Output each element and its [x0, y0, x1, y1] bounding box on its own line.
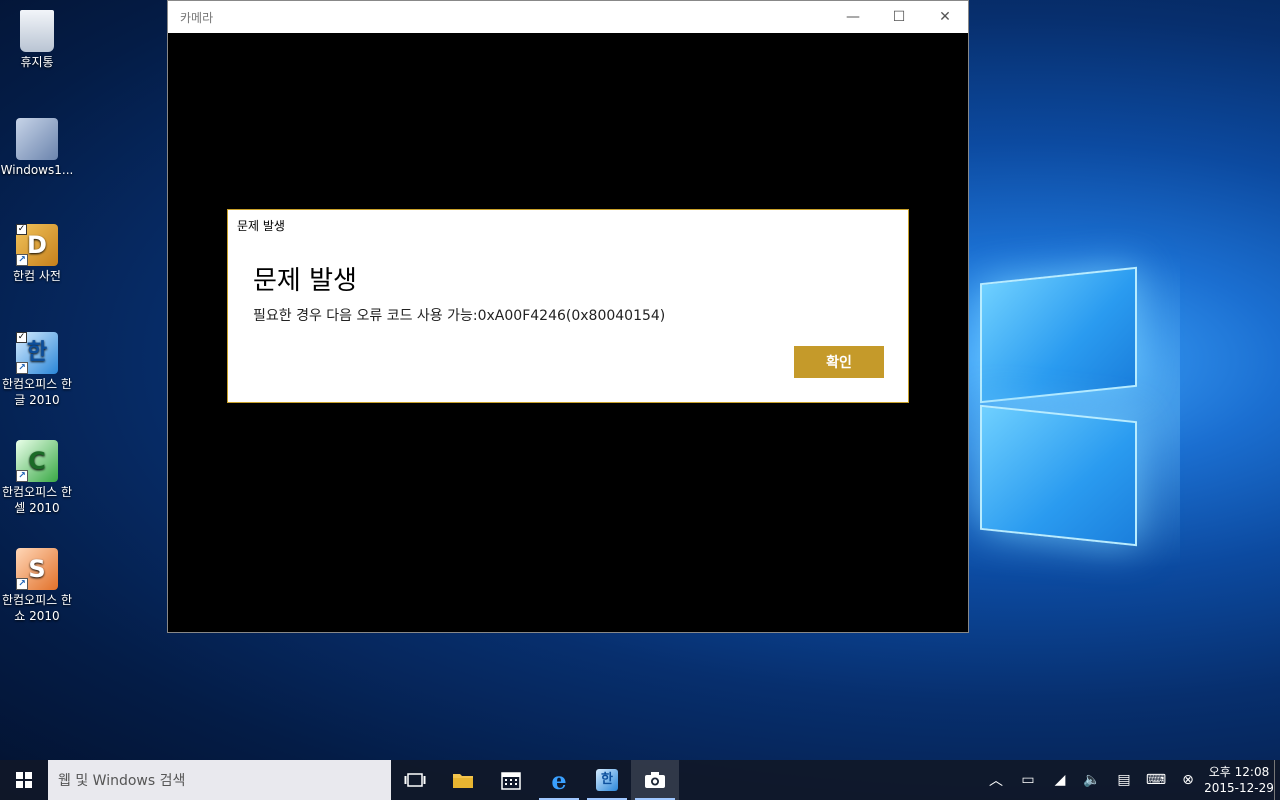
hancom-dictionary-icon: D ✓ ↗: [16, 224, 58, 266]
clock-time: 오후 12:08: [1208, 765, 1270, 779]
shortcut-arrow-icon: ↗: [16, 470, 28, 482]
task-view-button[interactable]: [391, 760, 439, 800]
dialog-caption: 문제 발생: [237, 219, 285, 233]
calendar-icon: [501, 772, 521, 790]
desktop-icon-label: 휴지통: [20, 55, 54, 69]
start-button[interactable]: [0, 760, 48, 800]
dialog-message: 필요한 경우 다음 오류 코드 사용 가능:0xA00F4246(0x80040…: [253, 308, 666, 324]
maximize-button[interactable]: ☐: [876, 1, 922, 33]
taskbar-internet-explorer[interactable]: e: [535, 760, 583, 800]
taskbar: 웹 및 Windows 검색 e 한 ︿ ▭ ◢ 🔈 ▤ ⌨ ⊗ 오후 12:0…: [0, 760, 1280, 800]
shortcut-arrow-icon: ↗: [16, 578, 28, 590]
desktop-icon-hancom-hanshow[interactable]: S ↗ 한컴오피스 한쇼 2010: [0, 548, 74, 624]
taskbar-hancom-hangul[interactable]: 한: [583, 760, 631, 800]
desktop-icon-windows-setup[interactable]: Windows1...: [0, 118, 74, 178]
error-dialog: 문제 발생 문제 발생 필요한 경우 다음 오류 코드 사용 가능:0xA00F…: [227, 209, 909, 403]
network-icon[interactable]: ◢: [1044, 772, 1076, 788]
camera-window: 카메라 — ☐ ✕ 문제 발생 문제 발생 필요한 경우 다음 오류 코드 사용…: [167, 0, 969, 633]
desktop-icon-label: Windows1...: [0, 163, 74, 177]
hancom-hanshow-icon: S ↗: [16, 548, 58, 590]
folder-icon: [453, 774, 473, 788]
desktop-icon-recycle-bin[interactable]: 휴지통: [0, 10, 74, 70]
shortcut-arrow-icon: ↗: [16, 254, 28, 266]
desktop-icon-hancom-hangul[interactable]: 한 ✓ ↗ 한컴오피스 한글 2010: [0, 332, 74, 408]
window-title: 카메라: [180, 10, 214, 25]
checkbox-icon[interactable]: ✓: [16, 332, 27, 343]
hancom-hangul-icon: 한 ✓ ↗: [16, 332, 58, 374]
desktop-icon-label: 한컴오피스 한글 2010: [1, 377, 73, 407]
battery-icon[interactable]: ▭: [1012, 772, 1044, 788]
desktop-icon-label: 한컴오피스 한쇼 2010: [1, 593, 73, 623]
taskbar-camera[interactable]: [631, 760, 679, 800]
ok-button[interactable]: 확인: [794, 346, 884, 378]
minimize-button[interactable]: —: [830, 1, 876, 33]
windows-setup-icon: [16, 118, 58, 160]
windows-start-icon: [16, 772, 32, 788]
show-desktop-button[interactable]: [1274, 760, 1280, 800]
desktop-icon-hancom-dictionary[interactable]: D ✓ ↗ 한컴 사전: [0, 224, 74, 284]
taskbar-clock[interactable]: 오후 12:08 2015-12-29: [1204, 764, 1274, 796]
clock-date: 2015-12-29: [1204, 781, 1274, 795]
window-titlebar[interactable]: 카메라 — ☐ ✕: [168, 1, 968, 33]
hancom-hangul-icon: 한: [596, 769, 618, 791]
search-placeholder: 웹 및 Windows 검색: [58, 773, 186, 789]
keyboard-icon[interactable]: ⌨: [1140, 772, 1172, 788]
camera-icon: [645, 772, 665, 788]
shortcut-arrow-icon: ↗: [16, 362, 28, 374]
checkbox-icon[interactable]: ✓: [16, 224, 27, 235]
desktop-icon-label: 한컴오피스 한셀 2010: [1, 485, 73, 515]
input-close-icon[interactable]: ⊗: [1172, 772, 1204, 788]
show-hidden-icons-chevron-up-icon[interactable]: ︿: [980, 770, 1012, 790]
task-view-icon: [404, 773, 426, 787]
dialog-title: 문제 발생: [253, 266, 357, 296]
system-tray: ︿ ▭ ◢ 🔈 ▤ ⌨ ⊗ 오후 12:08 2015-12-29: [980, 760, 1280, 800]
desktop-icon-hancom-hancell[interactable]: C ↗ 한컴오피스 한셀 2010: [0, 440, 74, 516]
action-center-icon[interactable]: ▤: [1108, 772, 1140, 788]
taskbar-calendar[interactable]: [487, 760, 535, 800]
hancom-hancell-icon: C ↗: [16, 440, 58, 482]
desktop-icon-label: 한컴 사전: [13, 269, 61, 283]
taskbar-search-box[interactable]: 웹 및 Windows 검색: [48, 760, 391, 800]
windows-logo-wallpaper: [975, 255, 1145, 555]
close-button[interactable]: ✕: [922, 1, 968, 33]
taskbar-file-explorer[interactable]: [439, 760, 487, 800]
volume-icon[interactable]: 🔈: [1076, 772, 1108, 788]
recycle-bin-icon: [20, 10, 54, 52]
internet-explorer-icon: e: [551, 765, 567, 795]
